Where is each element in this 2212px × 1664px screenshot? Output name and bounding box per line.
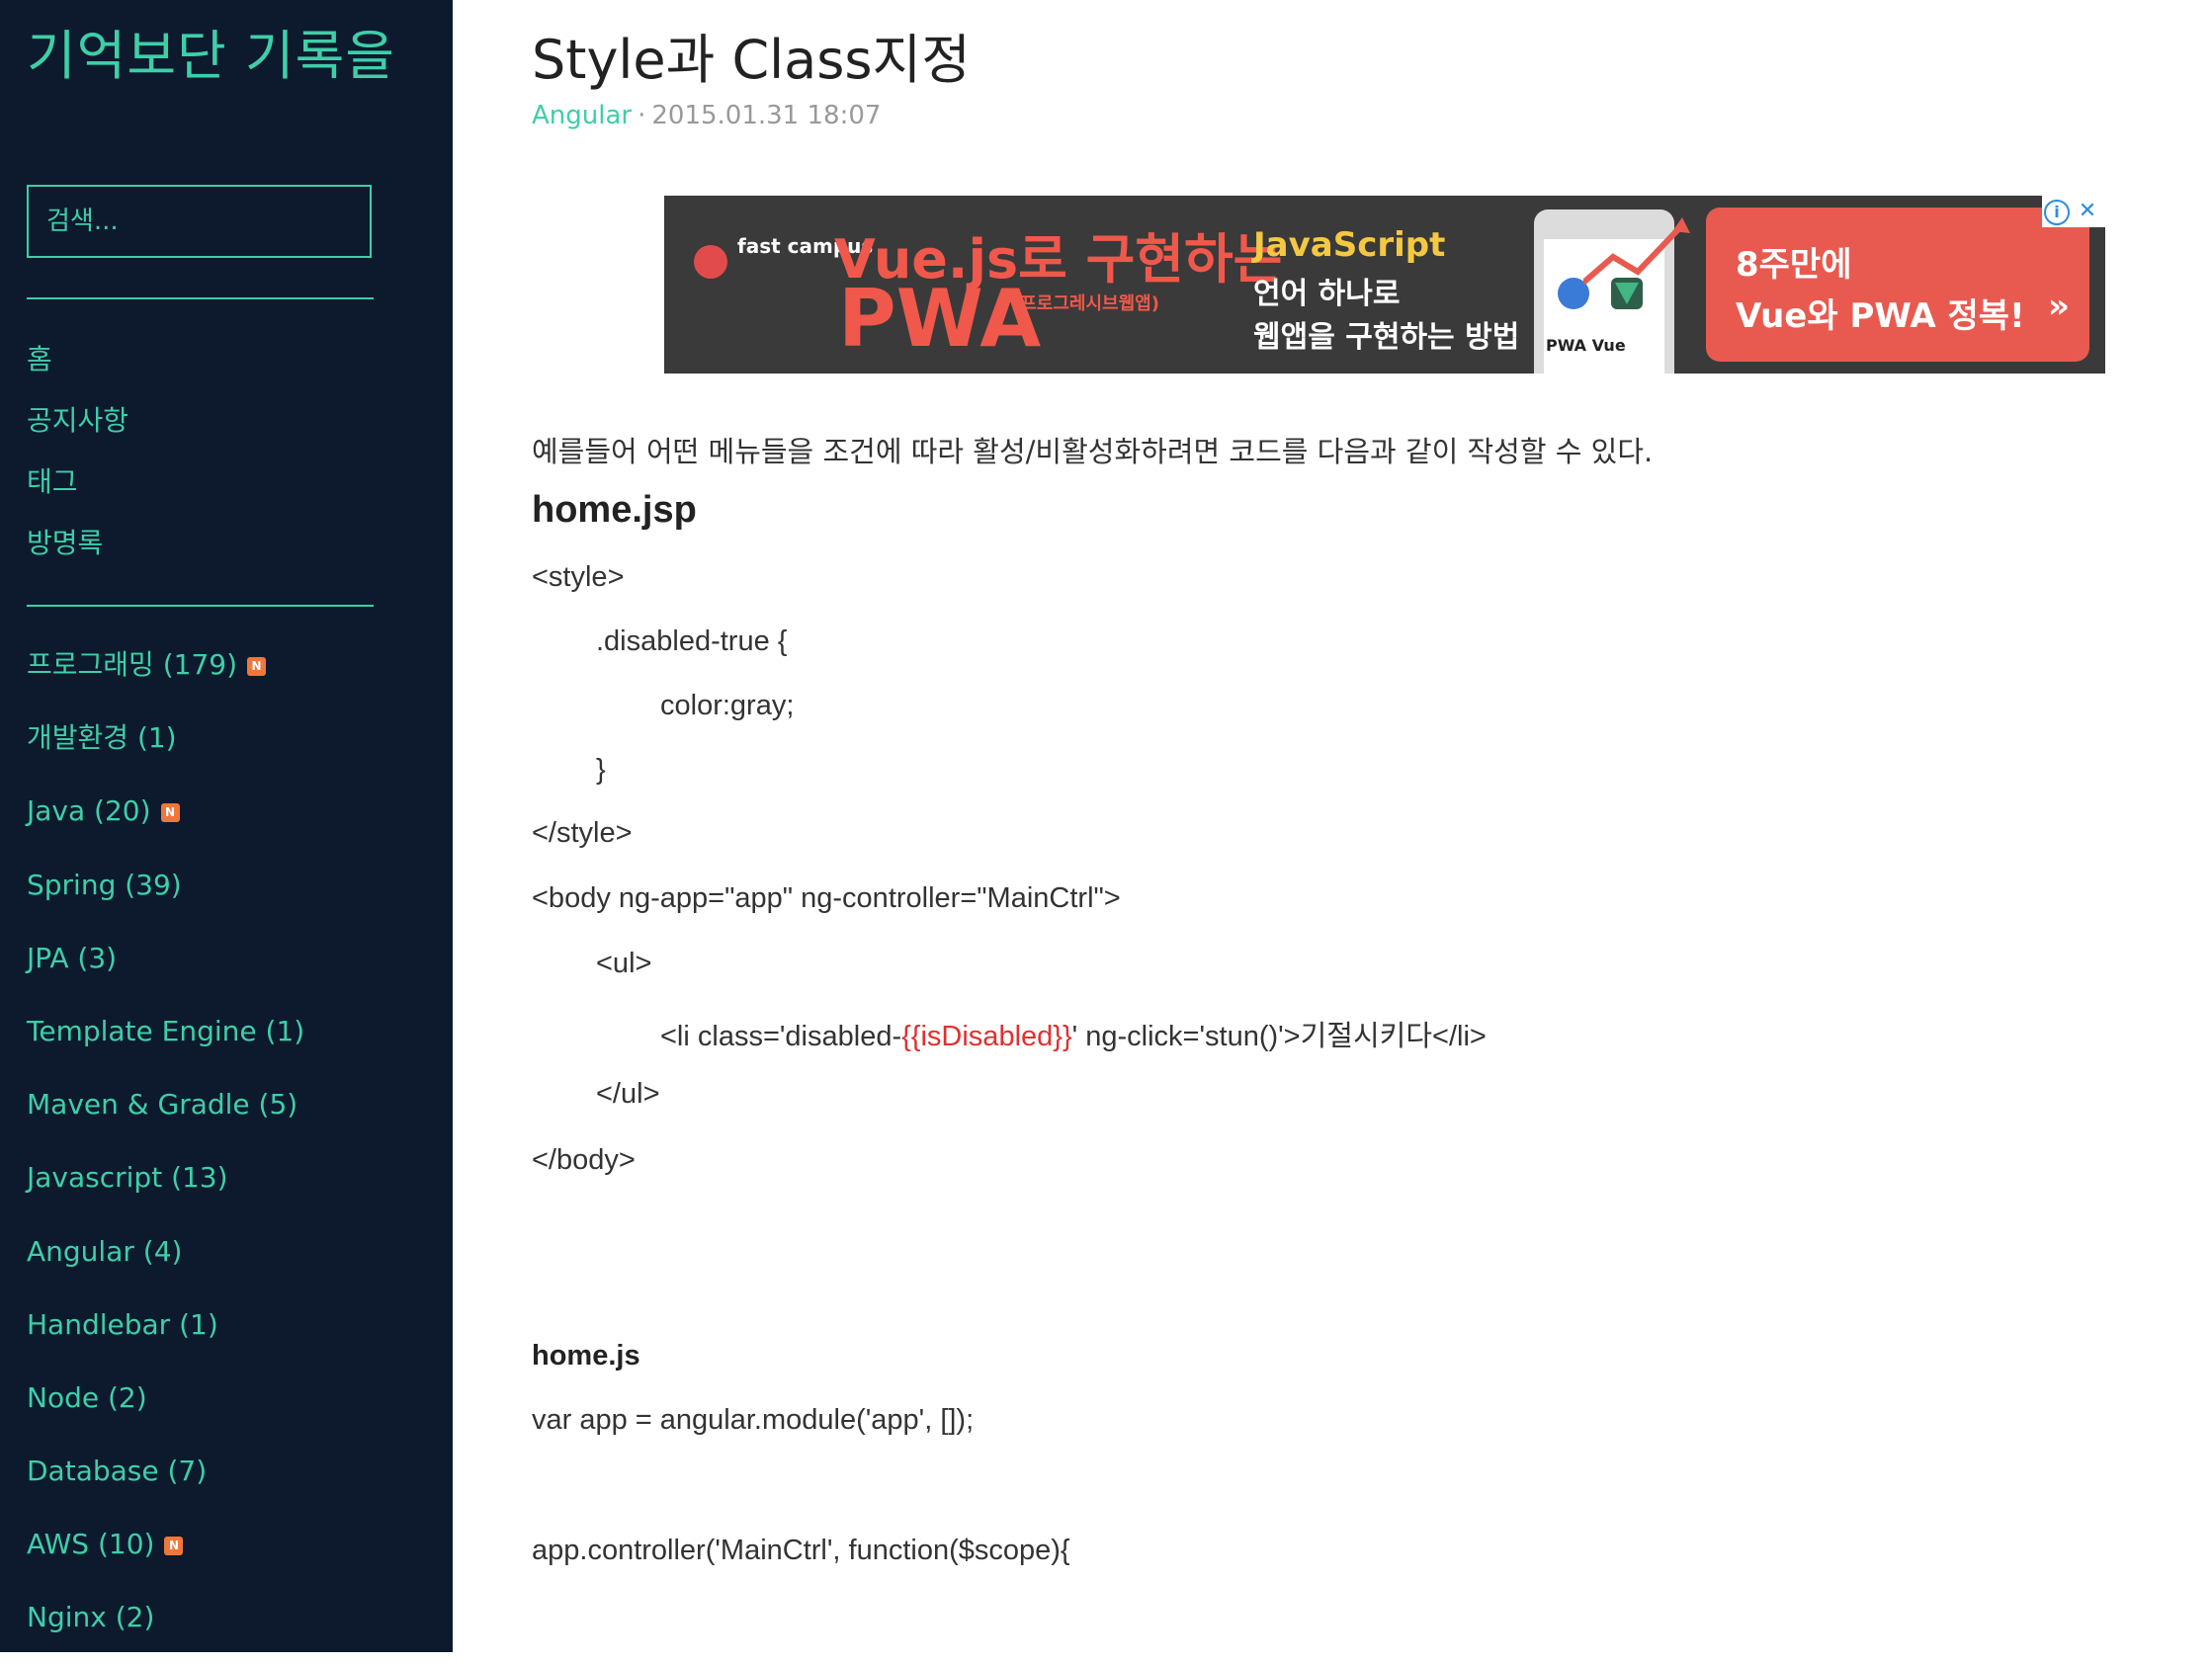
category-label: 개발환경 (1) <box>27 721 177 755</box>
category-item[interactable]: 개발환경 (1) <box>27 710 304 784</box>
category-label: Javascript (13) <box>27 1161 228 1195</box>
fastcampus-logo-icon <box>694 245 727 279</box>
ad-pwa-text: PWA <box>838 273 1042 365</box>
ad-description: 언어 하나로 웹앱을 구현하는 방법 <box>1253 273 1519 360</box>
code-line: </body> <box>532 1144 636 1176</box>
code-heading-js: home.js <box>532 1340 640 1372</box>
code-line: </ul> <box>596 1078 660 1110</box>
nav-item-guestbook[interactable]: 방명록 <box>27 518 128 579</box>
category-item[interactable]: 프로그래밍 (179) N <box>27 637 304 710</box>
nav-item-tag[interactable]: 태그 <box>27 457 128 518</box>
new-badge: N <box>160 802 180 822</box>
category-item[interactable]: Node (2) <box>27 1371 304 1444</box>
ad-cta-button[interactable]: 8주만에 Vue와 PWA 정복! » <box>1706 208 2089 362</box>
code-text: ' ng-click='stun()'>기절시키다</li> <box>1071 1021 1487 1052</box>
category-item[interactable]: Nginx (2) <box>27 1590 304 1663</box>
ad-banner[interactable]: fast campus Vue.js로 구현하는 PWA (프로그레시브웹앱) … <box>664 196 2105 374</box>
category-label: Handlebar (1) <box>27 1307 218 1341</box>
ad-description-line: 웹앱을 구현하는 방법 <box>1253 320 1520 355</box>
code-line: color:gray; <box>660 690 795 721</box>
code-highlight: {{isDisabled}} <box>901 1021 1072 1052</box>
trend-arrow-icon <box>1583 217 1690 286</box>
divider <box>27 297 374 299</box>
code-line: .disabled-true { <box>596 625 788 657</box>
ad-controls: i ✕ <box>2042 196 2105 227</box>
category-label: Java (20) <box>27 794 151 828</box>
chevron-right-icon: » <box>2048 287 2070 326</box>
sidebar: 기억보단 기록을 홈 공지사항 태그 방명록 프로그래밍 (179) N 개발환경… <box>0 0 453 1652</box>
new-badge: N <box>164 1536 184 1555</box>
category-label: Angular (4) <box>27 1234 183 1268</box>
category-list: 프로그래밍 (179) N 개발환경 (1) Java (20) N Spring … <box>27 637 304 1664</box>
code-heading-jsp: home.jsp <box>532 489 697 531</box>
code-line: app.controller('MainCtrl', function($sco… <box>532 1535 1070 1566</box>
phone-illustration: PWA Vue <box>1534 209 1690 374</box>
category-label: 프로그래밍 (179) <box>27 648 237 681</box>
meta-separator: · <box>638 101 646 130</box>
ad-cta-line: Vue와 PWA 정복! <box>1736 296 2025 336</box>
category-item[interactable]: AWS (10) N <box>27 1517 304 1590</box>
post-meta: Angular · 2015.01.31 18:07 <box>532 101 881 130</box>
code-text: <li class='disabled- <box>660 1021 902 1052</box>
category-item[interactable]: Java (20) N <box>27 784 304 857</box>
nav-item-notice[interactable]: 공지사항 <box>27 395 128 457</box>
ad-close-icon[interactable]: ✕ <box>2074 198 2101 225</box>
category-item[interactable]: Handlebar (1) <box>27 1297 304 1371</box>
code-line: var app = angular.module('app', []); <box>532 1404 975 1436</box>
nav-item-home[interactable]: 홈 <box>27 334 128 395</box>
ad-description-line: 언어 하나로 <box>1253 277 1401 311</box>
blog-title[interactable]: 기억보단 기록을 <box>27 12 395 90</box>
nav-menu: 홈 공지사항 태그 방명록 <box>27 334 128 579</box>
ad-info-icon[interactable]: i <box>2044 200 2070 225</box>
post-date: 2015.01.31 18:07 <box>651 101 882 130</box>
category-item[interactable]: Angular (4) <box>27 1224 304 1297</box>
post-title: Style과 Class지정 <box>532 29 971 91</box>
category-label: Database (7) <box>27 1455 208 1488</box>
post-category-link[interactable]: Angular <box>532 101 632 130</box>
category-item[interactable]: Template Engine (1) <box>27 1004 304 1077</box>
category-label: Nginx (2) <box>27 1601 155 1634</box>
category-label: Spring (39) <box>27 868 182 901</box>
category-item[interactable]: Maven & Gradle (5) <box>27 1077 304 1150</box>
divider <box>27 605 374 607</box>
code-line: <li class='disabled-{{isDisabled}}' ng-c… <box>660 1013 1487 1054</box>
category-label: AWS (10) <box>27 1528 155 1561</box>
post-paragraph: 예를들어 어떤 메뉴들을 조건에 따라 활성/비활성화하려면 코드를 다음과 같… <box>532 435 1654 468</box>
category-label: Template Engine (1) <box>27 1014 305 1047</box>
search-input[interactable] <box>27 185 372 258</box>
code-line: <ul> <box>596 948 652 979</box>
category-label: Maven & Gradle (5) <box>27 1088 298 1122</box>
ad-javascript-label: JavaScript <box>1253 225 1446 265</box>
category-item[interactable]: Spring (39) <box>27 858 304 931</box>
category-label: Node (2) <box>27 1380 147 1414</box>
new-badge: N <box>247 656 266 676</box>
code-line: } <box>596 754 606 786</box>
ad-pwa-subtitle: (프로그레시브웹앱) <box>1012 293 1159 314</box>
code-line: <style> <box>532 561 625 593</box>
code-line: </style> <box>532 817 633 849</box>
category-item[interactable]: JPA (3) <box>27 931 304 1004</box>
code-line: <body ng-app="app" ng-controller="MainCt… <box>532 882 1121 914</box>
category-label: JPA (3) <box>27 941 118 974</box>
category-item[interactable]: Database (7) <box>27 1444 304 1517</box>
phone-label: PWA Vue <box>1546 336 1626 355</box>
category-item[interactable]: Javascript (13) <box>27 1150 304 1223</box>
ad-cta-line: 8주만에 <box>1736 245 1852 285</box>
